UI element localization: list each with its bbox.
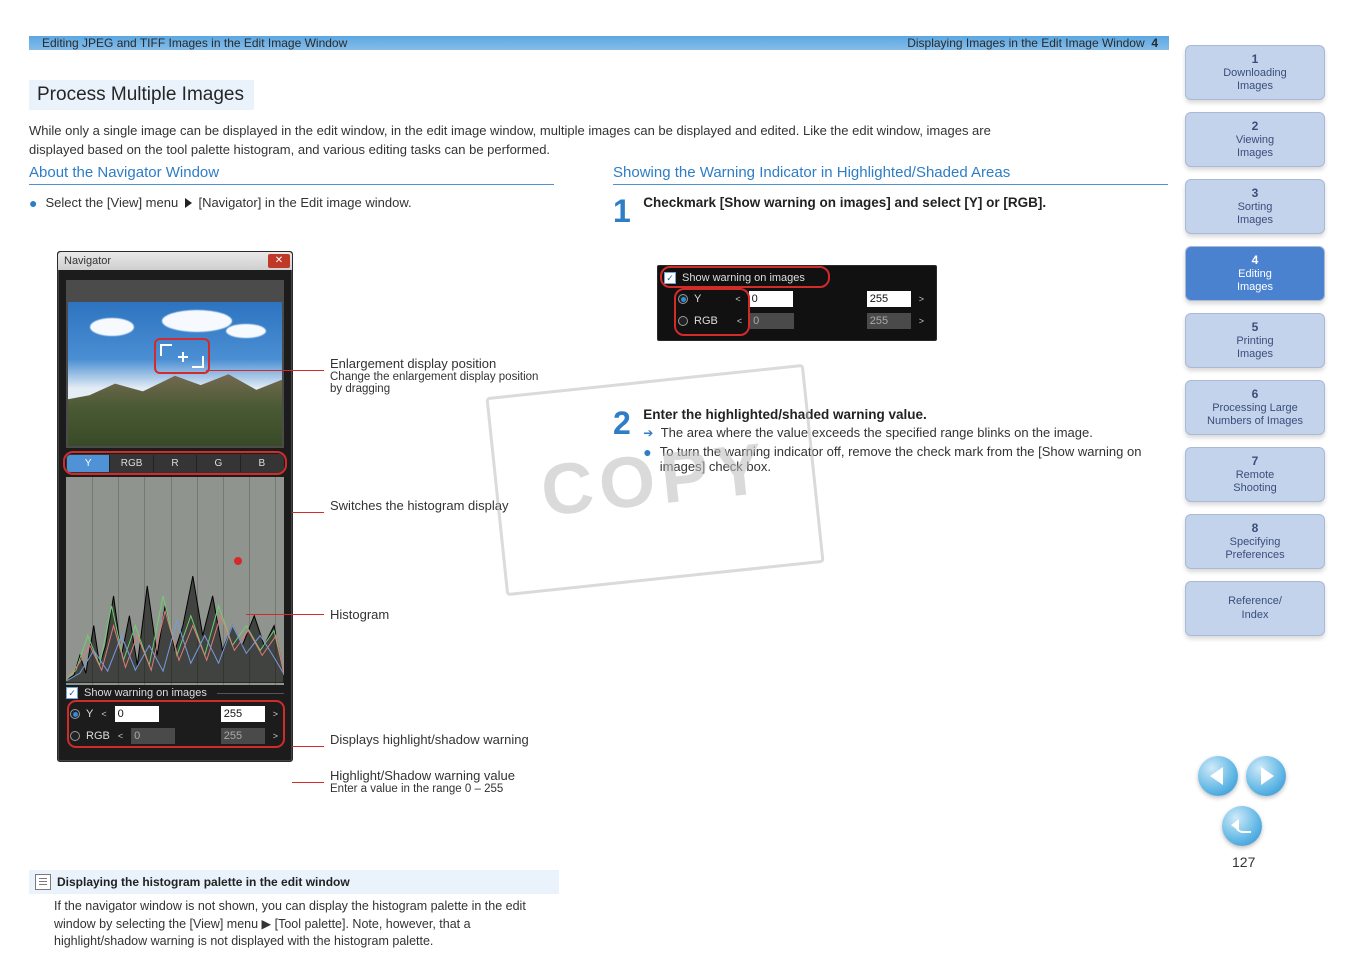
histogram-icon xyxy=(66,477,284,683)
left-section-title: About the Navigator Window xyxy=(29,164,554,185)
step-1-num: 1 xyxy=(613,195,631,227)
label-switch-hist: Switches the histogram display xyxy=(330,498,540,513)
navigator-window: Navigator ✕ Y RGB R G B xyxy=(57,251,293,762)
tip-bar: Displaying the histogram palette in the … xyxy=(29,870,559,894)
step-1: 1 Checkmark [Show warning on images] and… xyxy=(613,195,1168,227)
sidenav-8[interactable]: 8SpecifyingPreferences xyxy=(1185,514,1325,569)
leader-line xyxy=(292,782,324,783)
sidenav-6[interactable]: 6Processing LargeNumbers of Images xyxy=(1185,380,1325,435)
next-page-button[interactable] xyxy=(1246,756,1286,796)
step-2-num: 2 xyxy=(613,407,631,439)
tab-g[interactable]: G xyxy=(197,455,240,472)
cloud-icon xyxy=(226,324,266,338)
step-2-title: Enter the highlighted/shaded warning val… xyxy=(643,407,1143,422)
label-enlarge-pos: Enlargement display position Change the … xyxy=(330,356,540,395)
warn-checkbox[interactable]: ✓ xyxy=(66,687,78,699)
histogram-area xyxy=(66,477,284,685)
callout-box-wp-radios xyxy=(674,288,750,336)
left-bullet-pre: Select the [View] menu xyxy=(45,195,178,210)
histogram-tabs: Y RGB R G B xyxy=(66,454,284,473)
step-2-bullet: ● To turn the warning indicator off, rem… xyxy=(643,444,1143,474)
label-hilo-warning: Displays highlight/shadow warning xyxy=(330,732,550,747)
chevron-left-icon xyxy=(1210,767,1223,785)
step-2-arrow-text: The area where the value exceeds the spe… xyxy=(661,425,1093,440)
page-banner: Process Multiple Images xyxy=(29,80,254,110)
leader-line xyxy=(292,746,324,747)
bullet-dot-icon: ● xyxy=(643,444,651,461)
tip-body: If the navigator window is not shown, yo… xyxy=(54,898,559,951)
step-2-arrow: ➔ The area where the value exceeds the s… xyxy=(643,425,1143,440)
tab-r[interactable]: R xyxy=(154,455,197,472)
wp-rgb-min[interactable]: 0 xyxy=(750,313,794,329)
header-chapter-num: 4 xyxy=(1151,36,1158,50)
chevron-right-icon xyxy=(1261,767,1274,785)
wp-y-max[interactable]: 255 xyxy=(867,291,911,307)
page-nav-arrows xyxy=(1198,756,1286,796)
intro-paragraph: While only a single image can be display… xyxy=(29,122,1029,160)
label-warn-value: Highlight/Shadow warning value Enter a v… xyxy=(330,768,550,795)
cloud-icon xyxy=(162,310,232,332)
step-2-bullet-text: To turn the warning indicator off, remov… xyxy=(660,444,1144,474)
sidenav-9[interactable]: Reference/Index xyxy=(1185,581,1325,636)
tab-b[interactable]: B xyxy=(241,455,283,472)
undo-icon xyxy=(1231,817,1253,835)
header-section-label: Displaying Images in the Edit Image Wind… xyxy=(907,36,1158,50)
sidenav-1[interactable]: 1DownloadingImages xyxy=(1185,45,1325,100)
step-2: 2 Enter the highlighted/shaded warning v… xyxy=(613,407,1168,480)
warn-toggle-row: ✓ Show warning on images xyxy=(66,687,284,699)
page-number: 127 xyxy=(1232,854,1255,870)
right-section-title: Showing the Warning Indicator in Highlig… xyxy=(613,164,1168,185)
back-button[interactable] xyxy=(1222,806,1262,846)
sidenav-7[interactable]: 7RemoteShooting xyxy=(1185,447,1325,502)
warn-label: Show warning on images xyxy=(84,687,207,699)
sidenav-2[interactable]: 2ViewingImages xyxy=(1185,112,1325,167)
bullet-dot-icon: ● xyxy=(29,195,37,212)
tip-title: Displaying the histogram palette in the … xyxy=(57,875,350,889)
leader-line xyxy=(206,370,324,371)
navigator-title: Navigator xyxy=(60,255,111,267)
sidenav-4[interactable]: 4EditingImages xyxy=(1185,246,1325,301)
side-nav: 1DownloadingImages 2ViewingImages 3Sorti… xyxy=(1185,45,1325,648)
tab-rgb[interactable]: RGB xyxy=(110,455,153,472)
wp-y-min[interactable]: 0 xyxy=(749,291,793,307)
left-bullet-text: Select the [View] menu [Navigator] in th… xyxy=(45,195,411,210)
callout-box-range xyxy=(67,700,285,748)
arrow-right-icon: ➔ xyxy=(643,426,653,440)
header-tab-title: Editing JPEG and TIFF Images in the Edit… xyxy=(42,36,347,50)
wp-rgb-max[interactable]: 255 xyxy=(867,313,911,329)
label-enlarge-sub: Change the enlargement display position … xyxy=(330,371,540,395)
range-panel: Y < 0 255 > RGB < 0 255 > xyxy=(66,701,284,753)
tab-y[interactable]: Y xyxy=(67,455,110,472)
leader-line xyxy=(246,614,324,615)
menu-triangle-icon xyxy=(185,198,192,208)
navigator-thumbnail[interactable] xyxy=(66,280,284,448)
crosshair-icon xyxy=(178,352,188,362)
label-warn-sub: Enter a value in the range 0 – 255 xyxy=(330,783,550,795)
close-icon[interactable]: ✕ xyxy=(268,254,290,268)
callout-dot-icon xyxy=(234,557,242,565)
left-bullet-post: [Navigator] in the Edit image window. xyxy=(198,195,411,210)
left-column: About the Navigator Window ● Select the … xyxy=(29,164,554,218)
cloud-icon xyxy=(90,318,134,336)
sidenav-5[interactable]: 5PrintingImages xyxy=(1185,313,1325,368)
warning-panel-inline: ✓ Show warning on images Y < 0 255 > RGB… xyxy=(657,265,937,341)
sidenav-3[interactable]: 3SortingImages xyxy=(1185,179,1325,234)
callout-box-wp-cbx xyxy=(660,266,830,288)
step-1-title: Checkmark [Show warning on images] and s… xyxy=(643,195,1046,210)
prev-page-button[interactable] xyxy=(1198,756,1238,796)
label-histogram: Histogram xyxy=(330,607,389,622)
gt-icon[interactable]: > xyxy=(917,294,926,304)
navigator-titlebar[interactable]: Navigator ✕ xyxy=(58,252,292,270)
left-bullet: ● Select the [View] menu [Navigator] in … xyxy=(29,195,554,212)
leader-line xyxy=(292,512,324,513)
header-section-text: Displaying Images in the Edit Image Wind… xyxy=(907,36,1144,50)
note-icon xyxy=(35,874,51,890)
gt-icon[interactable]: > xyxy=(917,316,926,326)
